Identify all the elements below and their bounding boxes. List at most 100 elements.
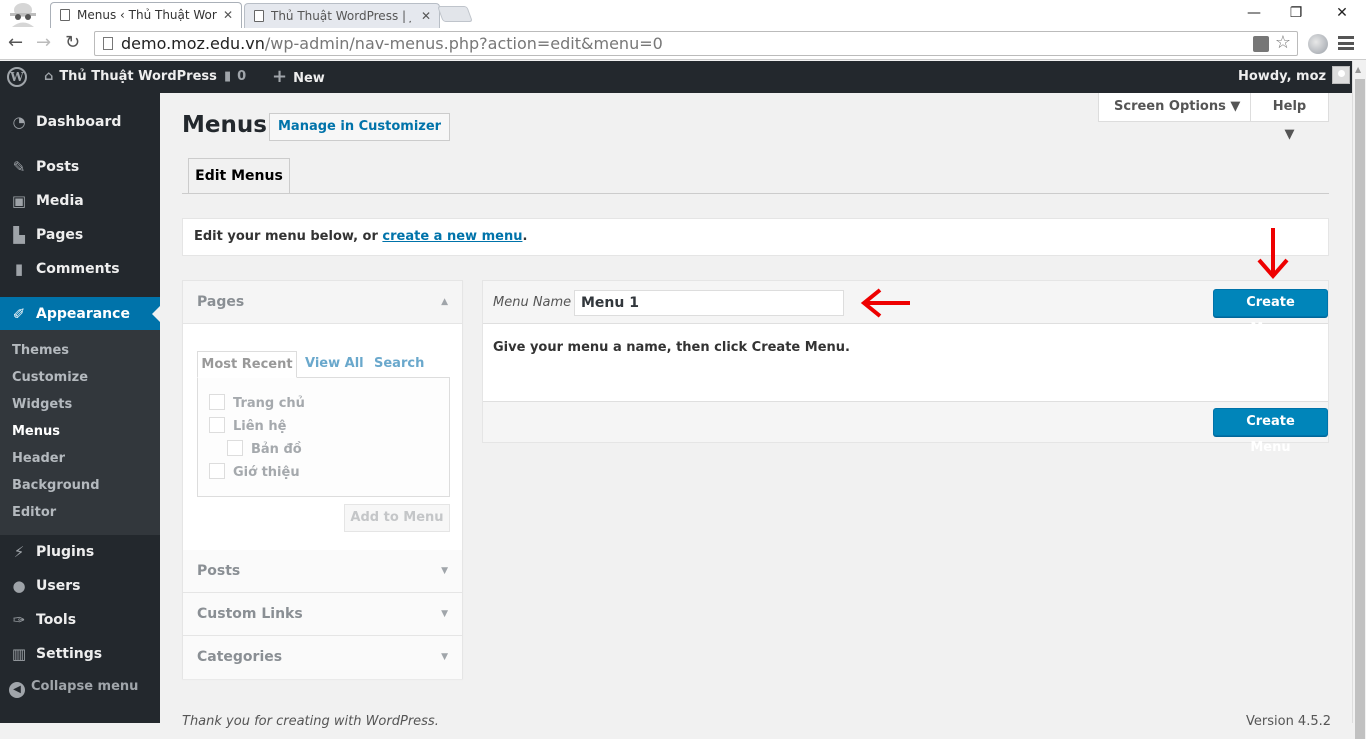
page-item-lien-he[interactable]: Liên hệ [209, 417, 286, 436]
checkbox[interactable] [209, 463, 225, 479]
submenu-menus[interactable]: Menus [12, 422, 60, 442]
collapse-menu-button[interactable]: ◀ Collapse menu [9, 679, 138, 698]
sidebar-item-tools[interactable]: ✑ Tools [0, 603, 160, 637]
new-label: New [293, 71, 325, 86]
submenu-header[interactable]: Header [12, 449, 65, 469]
scrollbar-thumb[interactable] [1355, 79, 1365, 739]
submenu-background[interactable]: Background [12, 476, 100, 496]
collapse-up-icon: ▲ [441, 297, 448, 307]
reload-icon[interactable]: ↻ [65, 32, 80, 54]
close-tab-icon[interactable]: ✕ [223, 3, 233, 27]
url-path: /wp-admin/nav-menus.php?action=edit&menu… [264, 34, 663, 53]
submenu-themes[interactable]: Themes [12, 341, 69, 361]
pages-section-body: Most Recent View All Search Trang chủ Li… [183, 325, 462, 550]
extension-icon[interactable] [1308, 34, 1328, 54]
close-window-button[interactable]: ✕ [1320, 0, 1364, 26]
sliders-icon: ▥ [11, 645, 27, 663]
footer-version: Version 4.5.2 [1246, 714, 1332, 729]
browser-tab-menus[interactable]: Menus ‹ Thủ Thuật WordP ✕ [50, 2, 242, 28]
scroll-up-icon[interactable]: ▲ [1355, 65, 1361, 74]
screen-options-button[interactable]: Screen Options ▼ [1098, 93, 1257, 122]
browser-tab-site[interactable]: Thủ Thuật WordPress | Jus ✕ [244, 3, 440, 29]
close-tab-icon[interactable]: ✕ [421, 4, 431, 28]
tab-title: Menus ‹ Thủ Thuật WordP [77, 8, 217, 22]
add-to-menu-button[interactable]: Add to Menu [344, 504, 450, 532]
menu-name-label: Menu Name [493, 295, 572, 310]
admin-sidebar: ◔ Dashboard ✎ Posts ▣ Media ▙ Pages ▮ Comment… [0, 93, 160, 723]
url-host: demo.moz.edu.vn [121, 34, 265, 53]
checkbox[interactable] [209, 417, 225, 433]
tab-view-all[interactable]: View All [305, 351, 364, 377]
sidebar-item-comments[interactable]: ▮ Comments [0, 252, 160, 286]
sidebar-item-pages[interactable]: ▙ Pages [0, 218, 160, 252]
submenu-editor[interactable]: Editor [12, 503, 56, 523]
minimize-button[interactable]: — [1232, 0, 1276, 26]
create-menu-button-top[interactable]: Create Menu [1213, 289, 1328, 336]
home-icon: ⌂ [44, 69, 54, 84]
site-name-link[interactable]: ⌂ Thủ Thuật WordPress [44, 61, 217, 93]
forward-icon[interactable]: → [36, 32, 51, 54]
categories-section-header[interactable]: Categories ▼ [183, 636, 462, 679]
menu-name-input[interactable] [574, 290, 844, 316]
bookmark-star-icon[interactable]: ☆ [1275, 32, 1291, 53]
help-button[interactable]: Help ▼ [1250, 93, 1329, 142]
tab-most-recent[interactable]: Most Recent [197, 351, 297, 378]
checkbox[interactable] [227, 440, 243, 456]
sidebar-item-plugins[interactable]: ⚡ Plugins [0, 535, 160, 569]
url-text: demo.moz.edu.vn/wp-admin/nav-menus.php?a… [121, 34, 663, 54]
tab-search[interactable]: Search [374, 351, 424, 377]
tab-edit-menus[interactable]: Edit Menus [188, 158, 290, 194]
new-tab-button[interactable] [437, 6, 473, 22]
plus-icon: + [272, 66, 288, 87]
browser-tab-strip: Menus ‹ Thủ Thuật WordP ✕ Thủ Thuật Word… [0, 0, 1366, 29]
menu-instructions: Give your menu a name, then click Create… [493, 340, 850, 355]
sidebar-item-users[interactable]: ● Users [0, 569, 160, 603]
restore-button[interactable]: ❐ [1274, 0, 1318, 26]
back-icon[interactable]: ← [8, 32, 23, 54]
menu-editor-header: Menu Name Create Menu [483, 281, 1328, 336]
address-bar[interactable]: demo.moz.edu.vn/wp-admin/nav-menus.php?a… [94, 31, 1298, 56]
expand-down-icon: ▼ [441, 566, 448, 576]
comments-count: 0 [237, 69, 247, 84]
pages-section-header[interactable]: Pages ▲ [183, 281, 462, 324]
custom-links-section-header[interactable]: Custom Links ▼ [183, 593, 462, 636]
footer-thanks: Thank you for creating with WordPress. [182, 714, 439, 729]
checkbox[interactable] [209, 394, 225, 410]
browser-toolbar: ← → ↻ demo.moz.edu.vn/wp-admin/nav-menus… [0, 28, 1366, 60]
comment-icon: ▮ [224, 69, 232, 84]
account-menu[interactable]: Howdy, moz [1238, 61, 1351, 93]
tab-title: Thủ Thuật WordPress | Jus [271, 9, 411, 23]
page-item-gio-thieu[interactable]: Giớ thiệu [209, 463, 300, 482]
incognito-icon [10, 3, 36, 27]
page-info-icon[interactable] [103, 37, 113, 50]
comments-link[interactable]: ▮ 0 [224, 61, 246, 93]
manage-menus-notice: Edit your menu below, or create a new me… [182, 218, 1329, 256]
sidebar-item-settings[interactable]: ▥ Settings [0, 637, 160, 671]
submenu-widgets[interactable]: Widgets [12, 395, 72, 415]
new-content-link[interactable]: + New [272, 61, 325, 95]
translate-icon[interactable] [1253, 36, 1269, 52]
page-item-ban-do[interactable]: Bản đồ [227, 440, 302, 459]
wordpress-logo-icon[interactable]: W [7, 67, 27, 87]
menu-editor-footer: Create Menu [483, 401, 1328, 455]
expand-down-icon: ▼ [441, 609, 448, 619]
brush-icon: ✐ [12, 305, 26, 323]
greeting: Howdy, moz [1238, 69, 1327, 84]
posts-section-header[interactable]: Posts ▼ [183, 550, 462, 593]
submenu-customize[interactable]: Customize [12, 368, 88, 388]
tab-divider [182, 193, 1329, 194]
sidebar-item-media[interactable]: ▣ Media [0, 184, 160, 218]
create-menu-button-bottom[interactable]: Create Menu [1213, 408, 1328, 455]
sidebar-item-appearance[interactable]: ✐ Appearance [0, 297, 160, 331]
create-new-menu-link[interactable]: create a new menu [382, 229, 522, 244]
user-icon: ● [12, 577, 26, 595]
manage-in-customizer-button[interactable]: Manage in Customizer [269, 113, 451, 141]
expand-down-icon: ▼ [441, 652, 448, 662]
menu-editor-panel: Menu Name Create Menu Give your menu a n… [482, 280, 1329, 455]
sidebar-item-posts[interactable]: ✎ Posts [0, 150, 160, 184]
browser-menu-icon[interactable] [1338, 36, 1354, 50]
page-title: Menus [182, 112, 267, 138]
page-item-trang-chu[interactable]: Trang chủ [209, 394, 305, 413]
sidebar-item-dashboard[interactable]: ◔ Dashboard [0, 105, 160, 139]
page-scrollbar[interactable]: ▲ [1352, 61, 1366, 739]
